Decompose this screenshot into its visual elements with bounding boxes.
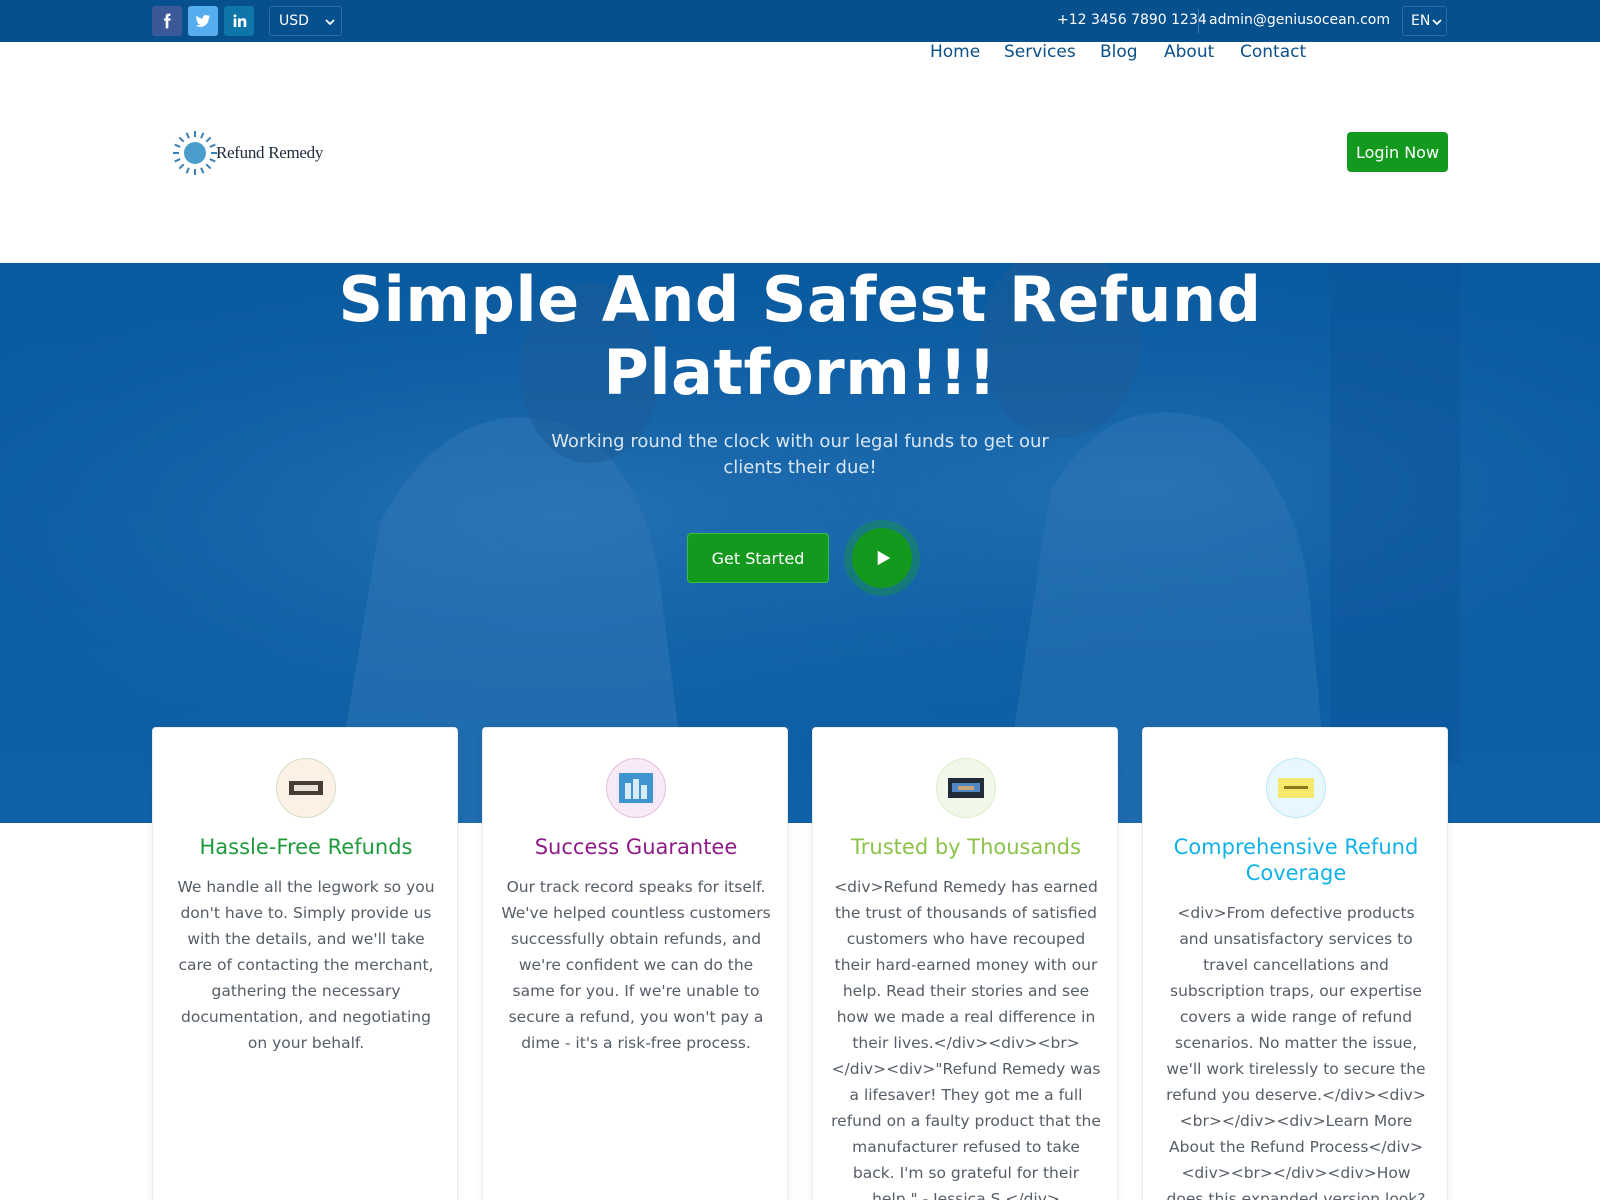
currency-select[interactable]: USD xyxy=(269,6,342,36)
chevron-down-icon xyxy=(1432,15,1442,31)
language-value: EN xyxy=(1411,13,1431,29)
email-link[interactable]: admin@geniusocean.com xyxy=(1209,12,1390,28)
login-button[interactable]: Login Now xyxy=(1347,132,1448,172)
feature-image-icon xyxy=(1266,758,1326,818)
feature-card: Hassle-Free Refunds We handle all the le… xyxy=(152,727,458,1200)
top-bar: USD +12 3456 7890 1234 admin@geniusocean… xyxy=(0,0,1600,42)
phone-link[interactable]: +12 3456 7890 1234 xyxy=(1057,12,1207,28)
card-text: We handle all the legwork so you don't h… xyxy=(177,878,435,1052)
chevron-down-icon xyxy=(325,15,335,31)
nav-home[interactable]: Home xyxy=(930,42,980,62)
nav-about[interactable]: About xyxy=(1164,42,1214,62)
card-title: Success Guarantee xyxy=(534,835,738,859)
card-title: Comprehensive Refund Coverage xyxy=(1173,835,1419,885)
language-select[interactable]: EN xyxy=(1402,6,1447,36)
get-started-button[interactable]: Get Started xyxy=(687,533,829,583)
feature-card: Success Guarantee Our track record speak… xyxy=(482,727,788,1200)
card-title: Hassle-Free Refunds xyxy=(199,835,413,859)
hero-title-line2: Platform!!! xyxy=(603,336,997,409)
facebook-icon[interactable] xyxy=(152,6,182,36)
nav-contact[interactable]: Contact xyxy=(1240,42,1306,62)
card-title: Trusted by Thousands xyxy=(851,835,1081,859)
feature-card: Trusted by Thousands <div>Refund Remedy … xyxy=(812,727,1118,1200)
logo-sun-icon xyxy=(173,131,217,175)
nav-blog[interactable]: Blog xyxy=(1100,42,1138,62)
twitter-icon[interactable] xyxy=(188,6,218,36)
play-icon xyxy=(877,550,891,566)
feature-image-icon xyxy=(606,758,666,818)
card-text: <div>From defective products and unsatis… xyxy=(1166,904,1426,1200)
feature-image-icon xyxy=(936,758,996,818)
hero-title: Simple And Safest Refund Platform!!! xyxy=(0,263,1600,409)
hero-subtitle: Working round the clock with our legal f… xyxy=(551,431,1049,478)
currency-value: USD xyxy=(279,13,309,29)
nav-services[interactable]: Services xyxy=(1004,42,1076,62)
logo[interactable]: Refund Remedy xyxy=(172,130,323,176)
divider xyxy=(1198,9,1199,33)
feature-image-icon xyxy=(276,758,336,818)
logo-text: Refund Remedy xyxy=(216,143,324,162)
hero-title-line1: Simple And Safest Refund xyxy=(338,263,1262,336)
site-header: Refund Remedy Home Services Blog About C… xyxy=(0,42,1600,263)
linkedin-icon[interactable] xyxy=(224,6,254,36)
feature-card: Comprehensive Refund Coverage <div>From … xyxy=(1142,727,1448,1200)
play-video-button[interactable] xyxy=(852,528,912,588)
card-text: <div>Refund Remedy has earned the trust … xyxy=(831,878,1101,1200)
card-text: Our track record speaks for itself. We'v… xyxy=(501,878,771,1052)
